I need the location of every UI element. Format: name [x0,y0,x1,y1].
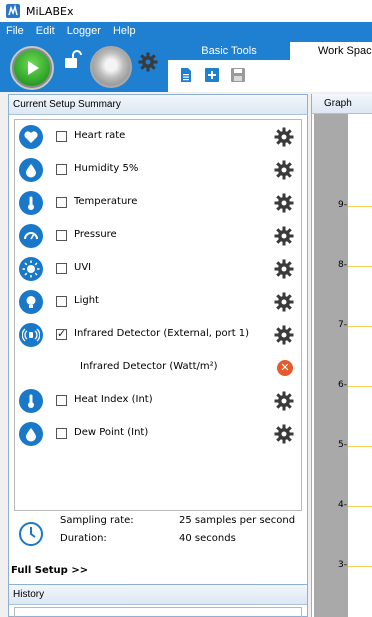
sensor-label: UVI [74,262,92,273]
bulb-icon [19,290,43,314]
graph-y-axis [314,114,348,617]
sensor-settings-gear-icon[interactable] [274,193,294,213]
sensor-settings-gear-icon[interactable] [274,325,294,345]
graph-gridline [348,266,372,267]
duration-value: 40 seconds [179,533,236,544]
app-title: MiLABEx [26,4,74,18]
graph-tick-label: 6- [338,380,347,390]
sensor-checkbox[interactable] [56,164,67,175]
sensor-channel-label: Infrared Detector (Watt/m²) [80,361,218,372]
stop-button[interactable] [90,46,132,88]
sensor-subrow-infrared-watt: Infrared Detector (Watt/m²) ✕ [15,353,301,383]
sensor-settings-gear-icon[interactable] [274,424,294,444]
sensor-row-heart-rate: Heart rate [15,122,301,152]
menu-edit[interactable]: Edit [36,25,55,37]
sensor-row-heat-index: Heat Index (Int) [15,386,301,416]
sensor-checkbox[interactable] [56,230,67,241]
sensor-label: Light [74,295,99,306]
graph-plot-area [348,114,372,617]
graph-gridline [348,206,372,207]
menu-logger[interactable]: Logger [67,25,101,37]
sensor-label: Heart rate [74,130,126,141]
thermometer-icon [19,191,43,215]
sensor-settings-gear-icon[interactable] [274,292,294,312]
tab-basic-tools[interactable]: Basic Tools [170,42,288,60]
sensor-label: Pressure [74,229,117,240]
sensor-settings-gear-icon[interactable] [274,391,294,411]
sensor-checkbox[interactable] [56,263,67,274]
clock-icon [19,522,43,546]
sensor-checkbox[interactable] [56,395,67,406]
graph-gridline [348,566,372,567]
graph-gridline [348,446,372,447]
app-logo-icon [6,4,20,18]
sensor-checkbox[interactable] [56,131,67,142]
add-icon[interactable] [204,67,220,83]
sensor-row-pressure: Pressure [15,221,301,251]
sampling-rate-value: 25 samples per second [179,515,296,526]
basic-tools-ribbon [168,60,372,92]
current-setup-panel: Current Setup Summary Heart rate Humidit… [8,94,308,606]
sensor-row-uvi: UVI [15,254,301,284]
remove-channel-button[interactable]: ✕ [277,360,293,376]
sun-icon [19,257,43,281]
graph-tick-label: 4- [338,500,347,510]
history-title: History [9,585,307,605]
drop-icon [19,158,43,182]
sensor-checkbox[interactable] [56,428,67,439]
graph-tick-label: 3- [338,560,347,570]
sensor-checkbox-checked[interactable] [56,327,67,340]
duration-label: Duration: [60,533,107,544]
sensor-label: Dew Point (Int) [74,427,149,438]
sensor-checkbox[interactable] [56,296,67,307]
tab-work-space[interactable]: Work Space [290,42,372,60]
sensor-row-light: Light [15,287,301,317]
graph-gridline [348,386,372,387]
full-setup-link[interactable]: Full Setup >> [11,565,88,576]
sensor-label: Heat Index (Int) [74,394,153,405]
infrared-icon [19,323,43,347]
sensor-settings-gear-icon[interactable] [274,160,294,180]
sensor-label: Temperature [74,196,138,207]
sensor-row-infrared-detector: Infrared Detector (External, port 1) [15,320,301,350]
toolbar: Basic Tools Work Space [0,40,372,92]
settings-gear-icon[interactable] [138,52,158,72]
unlock-icon[interactable] [64,50,82,70]
sensor-checkbox[interactable] [56,197,67,208]
tab-graph[interactable]: Graph [312,94,372,114]
graph-panel: Graph 9- 8- 7- 6- 5- 4- 3- [311,94,372,617]
sensor-settings-gear-icon[interactable] [274,127,294,147]
sensor-row-humidity: Humidity 5% [15,155,301,185]
sensor-row-dew-point: Dew Point (Int) [15,419,301,449]
menu-help[interactable]: Help [113,25,136,37]
gauge-icon [19,224,43,248]
sensor-label: Humidity 5% [74,163,139,174]
graph-tick-label: 5- [338,440,347,450]
graph-tick-label: 7- [338,320,347,330]
drop-icon [19,422,43,446]
run-button[interactable] [10,46,54,90]
menu-file[interactable]: File [6,25,24,37]
title-bar: MiLABEx [0,0,372,22]
graph-gridline [348,506,372,507]
sensor-settings-gear-icon[interactable] [274,259,294,279]
sensor-list: Heart rate Humidity 5% Temperature Press… [14,119,302,511]
thermometer-icon [19,389,43,413]
new-document-icon[interactable] [178,67,194,83]
sensor-settings-gear-icon[interactable] [274,226,294,246]
sampling-rate-label: Sampling rate: [60,515,134,526]
graph-tick-label: 8- [338,260,347,270]
history-list [14,607,302,617]
play-icon [28,61,39,75]
sensor-row-temperature: Temperature [15,188,301,218]
graph-tick-label: 9- [338,200,347,210]
heart-icon [19,125,43,149]
menu-bar: File Edit Logger Help [0,22,372,40]
history-panel: History [8,584,308,617]
graph-gridline [348,326,372,327]
save-icon[interactable] [230,67,246,83]
sensor-label: Infrared Detector (External, port 1) [74,328,250,339]
panel-title: Current Setup Summary [9,95,307,115]
